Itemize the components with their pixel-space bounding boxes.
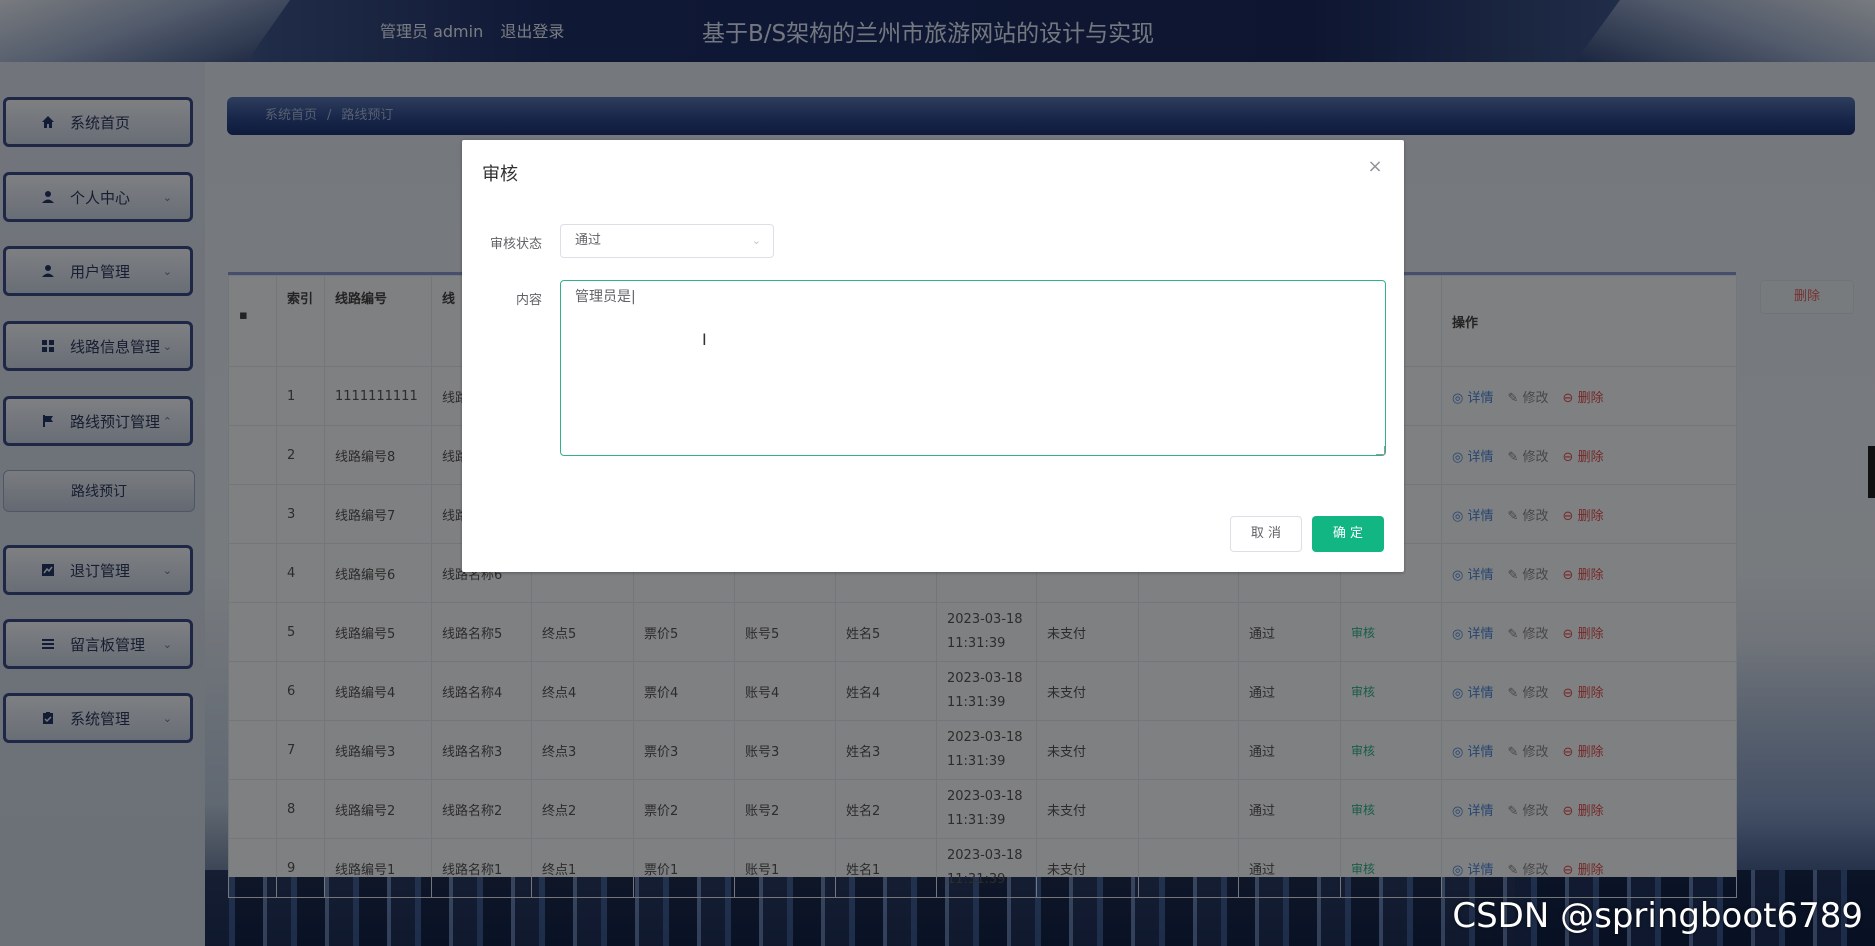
status-select[interactable]: 通过 ⌄ <box>560 224 774 258</box>
confirm-button[interactable]: 确 定 <box>1312 516 1384 552</box>
status-label: 审核状态 <box>489 237 542 252</box>
audit-dialog: 审核 × 审核状态 通过 ⌄ 内容 管理员是| I 取 消 确 定 <box>462 140 1404 572</box>
content-textarea[interactable]: 管理员是| <box>560 280 1386 456</box>
status-select-value: 通过 <box>575 233 602 248</box>
watermark: CSDN @springboot6789 <box>1452 896 1863 936</box>
chevron-down-icon: ⌄ <box>751 234 761 247</box>
dialog-title: 审核 <box>482 164 518 185</box>
resize-handle-icon[interactable] <box>1376 446 1385 455</box>
cancel-button[interactable]: 取 消 <box>1230 516 1302 552</box>
close-icon[interactable]: × <box>1366 158 1384 176</box>
content-label: 内容 <box>515 293 542 308</box>
text-cursor-icon: I <box>702 330 707 349</box>
